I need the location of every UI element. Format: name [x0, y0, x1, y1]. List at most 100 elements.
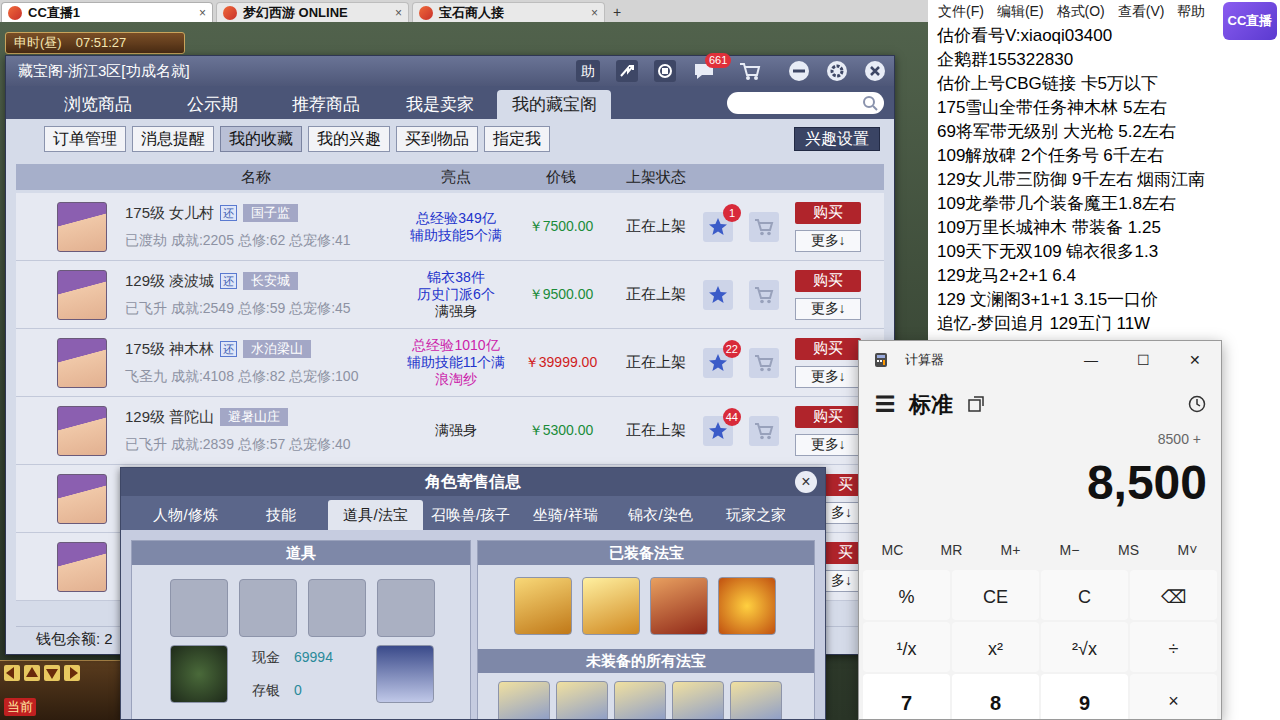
interest-settings-button[interactable]: 兴趣设置 — [794, 127, 880, 151]
browser-tab[interactable]: CC直播1× — [1, 2, 213, 22]
favorite-button[interactable]: 44 — [703, 416, 733, 446]
menu-item[interactable]: 帮助 — [1177, 1, 1205, 22]
add-to-cart-button[interactable] — [749, 280, 779, 310]
tab[interactable]: 我的藏宝阁 — [497, 90, 611, 119]
sale-header: 角色寄售信息× — [121, 468, 825, 496]
calc-key[interactable]: x² — [952, 622, 1039, 672]
favorite-button[interactable]: 22 — [703, 348, 733, 378]
text-line: 估价看号V:xiaoqi03400 — [937, 24, 1271, 48]
favorite-button[interactable] — [703, 280, 733, 310]
calc-key[interactable]: CE — [952, 570, 1039, 620]
subtab[interactable]: 我的收藏 — [220, 126, 302, 152]
table-row[interactable]: 129级 普陀山避暑山庄已飞升 成就:2839 总修:57 总宠修:40满强身￥… — [16, 397, 884, 465]
add-to-cart-button[interactable] — [749, 212, 779, 242]
highlight: 满强身 — [435, 303, 477, 320]
favorites-badge: 22 — [723, 340, 741, 358]
more-button[interactable]: 更多↓ — [795, 230, 861, 252]
memory-button[interactable]: MR — [922, 533, 981, 567]
stop-icon — [654, 60, 676, 82]
memory-button[interactable]: M˅ — [1158, 533, 1217, 567]
calc-key[interactable]: 7 — [863, 674, 950, 720]
window-control-button[interactable]: ✕ — [1169, 341, 1221, 379]
sale-tab[interactable]: 玩家之家 — [708, 500, 803, 530]
menu-item[interactable]: 文件(F) — [938, 1, 984, 22]
calc-key[interactable]: % — [863, 570, 950, 620]
sale-tab[interactable]: 坐骑/祥瑞 — [518, 500, 613, 530]
help-button[interactable]: 助 — [576, 60, 600, 82]
add-to-cart-button[interactable] — [749, 416, 779, 446]
more-button[interactable]: 更多↓ — [795, 298, 861, 320]
sale-tab[interactable]: 技能 — [233, 500, 328, 530]
calc-key[interactable]: ²√x — [1041, 622, 1128, 672]
unequipped-header: 未装备的所有法宝 — [478, 649, 814, 673]
search-field[interactable] — [727, 92, 884, 114]
name-line: 175级 神木林还水泊梁山 — [125, 338, 401, 361]
history-icon — [1187, 394, 1207, 414]
notepad-text[interactable]: 估价看号V:xiaoqi03400企鹅群155322830估价上号CBG链接 卡… — [928, 22, 1280, 336]
window-control-button[interactable]: — — [1065, 341, 1117, 379]
wallet-balance: 钱包余额: 2 — [36, 628, 113, 651]
table-row[interactable]: 129级 凌波城还长安城已飞升 成就:2549 总修:59 总宠修:45锦衣38… — [16, 261, 884, 329]
tab[interactable]: 我是卖家 — [383, 90, 497, 119]
sale-tab[interactable]: 人物/修炼 — [138, 500, 233, 530]
chat-channel[interactable]: 当前 — [4, 698, 36, 716]
browser-tab[interactable]: 梦幻西游 ONLINE× — [216, 2, 409, 22]
menu-item[interactable]: 编辑(E) — [997, 1, 1044, 22]
subtab[interactable]: 指定我 — [484, 126, 550, 152]
calc-key[interactable]: ⌫ — [1130, 570, 1217, 620]
tab-close-button[interactable]: × — [395, 4, 402, 22]
treasure-icon — [718, 577, 776, 635]
tab[interactable]: 浏览商品 — [41, 90, 155, 119]
buy-button[interactable]: 购买 — [795, 270, 861, 292]
subtab[interactable]: 买到物品 — [396, 126, 478, 152]
calc-key[interactable]: ¹/x — [863, 622, 950, 672]
memory-button[interactable]: MC — [863, 533, 922, 567]
tab-close-button[interactable]: × — [591, 4, 598, 22]
menu-item[interactable]: 查看(V) — [1118, 1, 1165, 22]
tab-close-button[interactable]: × — [199, 4, 206, 22]
calc-key[interactable]: C — [1041, 570, 1128, 620]
calc-key[interactable]: 9 — [1041, 674, 1128, 720]
treasure-icon — [556, 681, 608, 720]
buy-button[interactable]: 购买 — [795, 406, 861, 428]
subtab[interactable]: 订单管理 — [44, 126, 126, 152]
table-row[interactable]: 175级 神木林还水泊梁山飞圣九 成就:4108 总修:82 总宠修:100总经… — [16, 329, 884, 397]
calc-title: 计算器 — [905, 350, 944, 370]
tab-bar: 浏览商品公示期推荐商品我是卖家我的藏宝阁 — [6, 86, 894, 119]
memory-button[interactable]: M− — [1040, 533, 1099, 567]
sale-close-button[interactable]: × — [795, 471, 817, 493]
more-button[interactable]: 更多↓ — [795, 366, 861, 388]
character-stats: 已渡劫 成就:2205 总修:62 总宠修:41 — [125, 230, 401, 251]
add-to-cart-button[interactable] — [749, 348, 779, 378]
window-controls: —☐✕ — [1065, 341, 1221, 379]
sale-tab[interactable]: 锦衣/染色 — [613, 500, 708, 530]
memory-button[interactable]: M+ — [981, 533, 1040, 567]
window-control-button[interactable]: ☐ — [1117, 341, 1169, 379]
tab[interactable]: 推荐商品 — [269, 90, 383, 119]
buy-button[interactable]: 购买 — [795, 338, 861, 360]
tab[interactable]: 公示期 — [155, 90, 269, 119]
memory-button[interactable]: MS — [1099, 533, 1158, 567]
treasure-icon — [650, 577, 708, 635]
subtab[interactable]: 我的兴趣 — [308, 126, 390, 152]
search-icon — [862, 95, 878, 111]
calc-key[interactable]: 8 — [952, 674, 1039, 720]
sale-tab[interactable]: 召唤兽/孩子 — [423, 500, 518, 530]
calc-key[interactable]: ÷ — [1130, 622, 1217, 672]
buy-button[interactable]: 购买 — [795, 202, 861, 224]
browser-tab[interactable]: 宝石商人接× — [412, 2, 605, 22]
calc-key[interactable]: × — [1130, 674, 1217, 720]
messages-button[interactable]: 661 — [692, 60, 716, 82]
buy-buttons: 购买更多↓ — [795, 406, 861, 456]
calc-mode-bar: ☰标准 — [859, 379, 1221, 429]
sale-tab[interactable]: 道具/法宝 — [328, 500, 423, 530]
new-tab-button[interactable]: + — [608, 2, 626, 22]
empty-slot-icon — [239, 579, 297, 637]
subtab[interactable]: 消息提醒 — [132, 126, 214, 152]
favorite-button[interactable]: 1 — [703, 212, 733, 242]
menu-item[interactable]: 格式(O) — [1057, 1, 1105, 22]
more-button[interactable]: 更多↓ — [795, 434, 861, 456]
table-row[interactable]: 175级 女儿村还国子监已渡劫 成就:2205 总修:62 总宠修:41总经验3… — [16, 193, 884, 261]
deposit-value: 0 — [294, 680, 333, 701]
nav-menu-button[interactable]: ☰ — [875, 389, 895, 419]
